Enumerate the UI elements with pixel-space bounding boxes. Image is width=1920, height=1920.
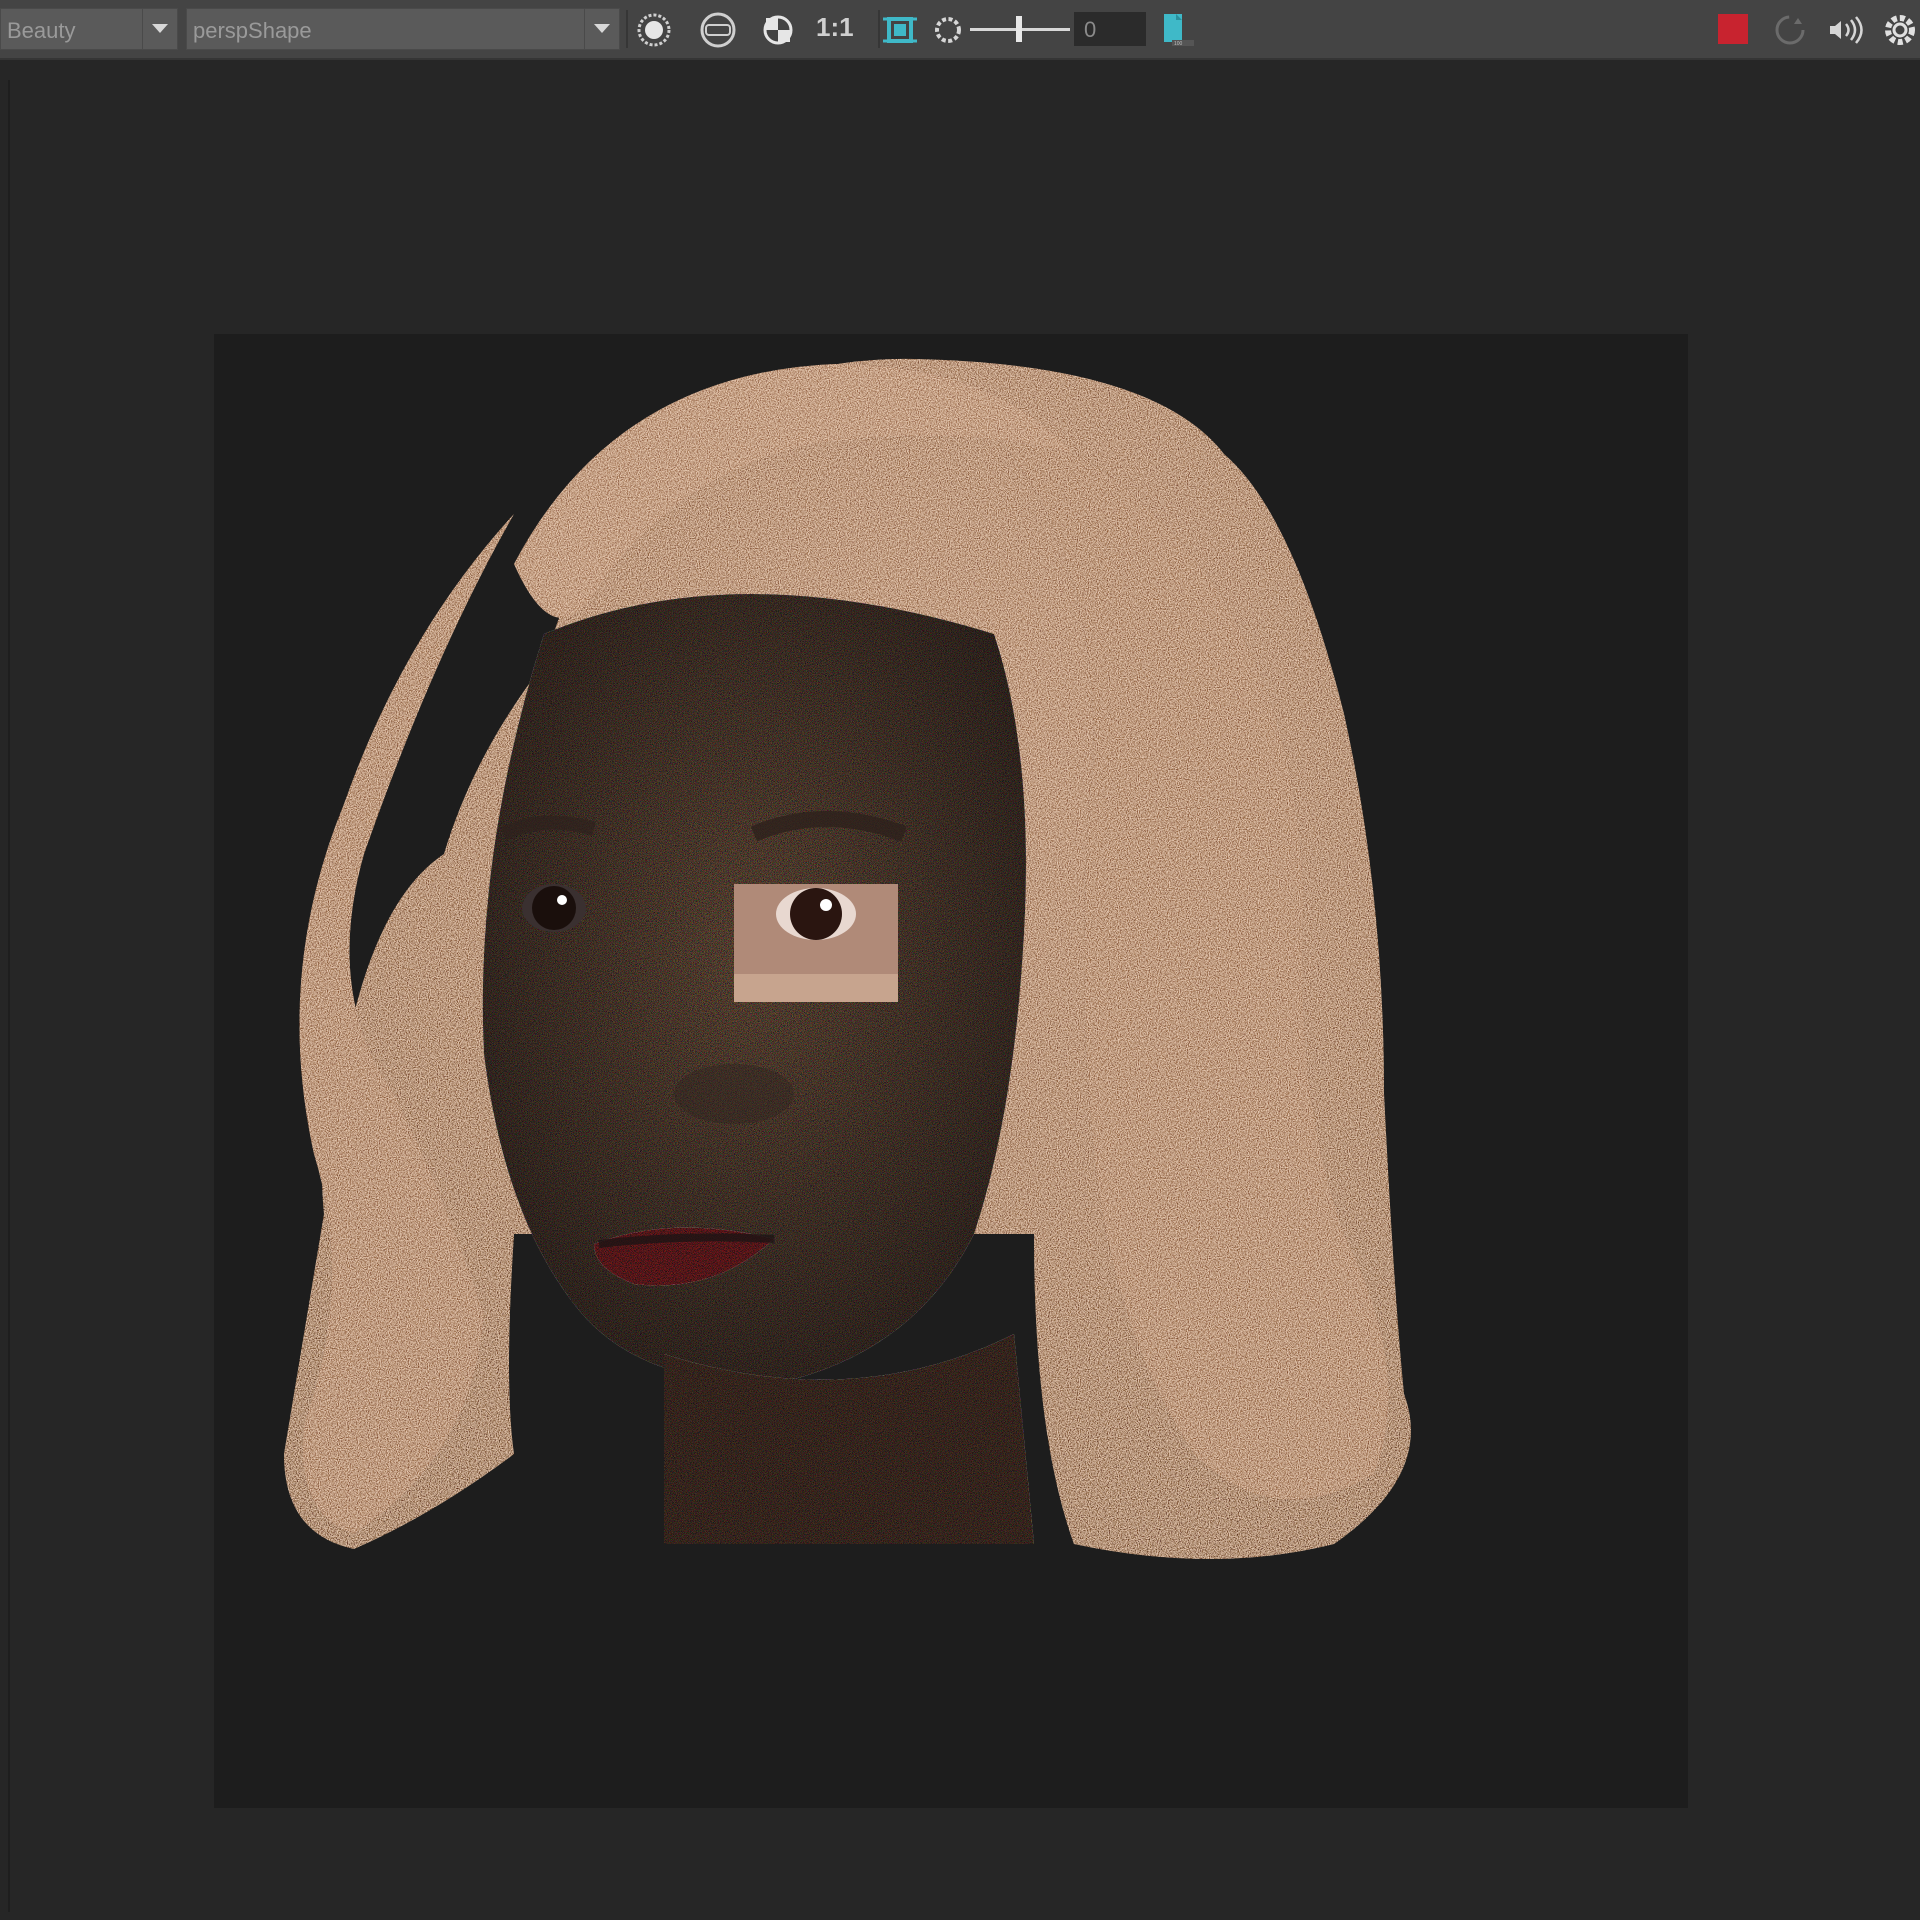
svg-text:100: 100	[1174, 41, 1183, 47]
camera-dropdown[interactable]: perspShape	[186, 8, 620, 50]
save-image-icon[interactable]: 100	[1158, 10, 1198, 50]
settings-gear-icon[interactable]	[1880, 10, 1920, 50]
toolbar-separator	[626, 10, 628, 48]
render-region-icon[interactable]	[634, 10, 674, 50]
left-eye	[522, 884, 586, 932]
channel-toggle-icon[interactable]	[758, 10, 798, 50]
rendered-portrait	[284, 358, 1411, 1559]
render-pass-dropdown[interactable]: Beauty	[0, 8, 178, 50]
chevron-down-icon[interactable]	[584, 9, 619, 49]
exposure-slider-handle[interactable]	[1016, 16, 1022, 42]
right-eye	[776, 888, 856, 940]
exposure-gear-icon[interactable]	[928, 10, 968, 50]
camera-selected: perspShape	[193, 18, 312, 43]
pixel-ratio-button[interactable]: 1:1	[816, 12, 854, 43]
render-pass-selected: Beauty	[7, 18, 76, 43]
render-viewport[interactable]	[8, 80, 1912, 1912]
stop-render-icon[interactable]	[1718, 14, 1748, 44]
chevron-down-icon[interactable]	[142, 9, 177, 49]
render-view-toolbar: Beauty perspShape 1:1 0 100	[0, 0, 1920, 60]
crop-region-icon[interactable]	[880, 10, 920, 50]
audio-icon[interactable]	[1826, 10, 1866, 50]
refresh-icon[interactable]	[1770, 10, 1810, 50]
exposure-value: 0	[1084, 17, 1097, 42]
clean-render-bucket-lower	[734, 974, 898, 1002]
nose	[674, 1064, 794, 1124]
snapshot-icon[interactable]	[698, 10, 738, 50]
render-image	[214, 334, 1688, 1808]
exposure-value-field[interactable]: 0	[1074, 12, 1146, 46]
